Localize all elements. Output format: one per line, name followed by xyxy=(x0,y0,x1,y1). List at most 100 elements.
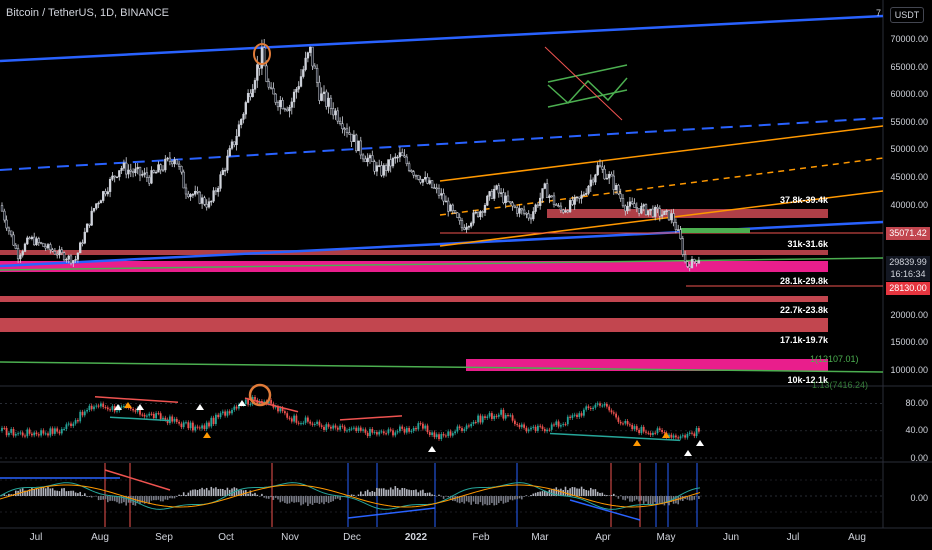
macd-histogram-bar xyxy=(431,494,433,496)
candle-body xyxy=(695,261,698,264)
candle-body xyxy=(564,210,567,213)
rsi-candle xyxy=(148,413,151,416)
candle-body xyxy=(3,210,6,221)
candle-body xyxy=(306,52,310,59)
rsi-candle xyxy=(606,403,608,407)
macd-histogram-bar xyxy=(67,491,70,496)
candle-body xyxy=(366,157,369,163)
rsi-candle xyxy=(649,433,652,435)
rsi-candle xyxy=(461,428,463,431)
candle-body xyxy=(332,108,335,116)
rsi-candle xyxy=(541,426,544,430)
macd-histogram-bar xyxy=(159,496,162,502)
macd-histogram-bar xyxy=(323,496,325,505)
macd-histogram-bar xyxy=(576,488,578,496)
candle-body xyxy=(269,86,273,89)
macd-histogram-bar xyxy=(385,489,387,496)
candle-body xyxy=(164,158,167,171)
candle-body xyxy=(44,246,47,249)
rsi-candle xyxy=(77,420,79,422)
candle-body xyxy=(237,124,241,137)
macd-histogram-bar xyxy=(645,496,647,502)
macd-histogram-bar xyxy=(97,496,100,501)
candle-body xyxy=(585,193,588,195)
currency-button[interactable]: USDT xyxy=(890,7,924,23)
rsi-candle xyxy=(79,411,82,422)
rsi-candle xyxy=(599,403,601,406)
rsi-candle xyxy=(1,427,3,431)
rsi-candle xyxy=(527,429,530,432)
macd-histogram-bar xyxy=(212,488,215,496)
rsi-candle xyxy=(594,404,597,408)
macd-histogram-bar xyxy=(311,496,314,505)
rsi-candle xyxy=(571,415,574,418)
candle-body xyxy=(649,208,652,211)
macd-histogram-bar xyxy=(320,496,323,503)
rsi-candle xyxy=(54,428,56,434)
candle-body xyxy=(168,157,172,162)
rsi-candle xyxy=(17,433,19,435)
rsi-candle xyxy=(247,399,249,405)
candle-body xyxy=(23,243,27,252)
candle-body xyxy=(603,168,606,180)
macd-histogram-bar xyxy=(291,496,293,502)
rsi-candle xyxy=(169,416,171,424)
candle-body xyxy=(486,195,489,206)
symbol-title[interactable]: Bitcoin / TetherUS, 1D, BINANCE xyxy=(6,7,169,19)
macd-histogram-bar xyxy=(537,492,539,496)
macd-histogram-bar xyxy=(500,496,502,501)
macd-histogram-bar xyxy=(187,492,190,496)
price-axis-label: 10000.00 xyxy=(890,365,928,375)
candle-body xyxy=(85,223,89,233)
candle-body xyxy=(440,193,443,196)
rsi-candle xyxy=(155,413,157,419)
candle-body xyxy=(111,175,114,180)
rsi-candle xyxy=(316,421,318,425)
rsi-signal-marker xyxy=(203,432,211,438)
macd-histogram-bar xyxy=(475,496,477,504)
rsi-candle xyxy=(343,426,346,431)
rsi-candle xyxy=(562,424,565,426)
time-axis-label: Dec xyxy=(343,532,361,543)
macd-histogram-bar xyxy=(378,488,380,496)
macd-histogram-bar xyxy=(100,496,102,500)
rsi-candle xyxy=(387,429,390,434)
candle-body xyxy=(456,212,459,218)
macd-histogram-bar xyxy=(360,491,362,496)
candle-body xyxy=(180,166,183,173)
candle-body xyxy=(95,203,98,209)
macd-histogram-bar xyxy=(504,496,507,503)
rsi-candle xyxy=(472,421,475,424)
rsi-candle xyxy=(686,433,689,438)
macd-histogram-bar xyxy=(389,487,392,496)
rsi-candle xyxy=(677,437,680,439)
rsi-candle xyxy=(548,429,551,431)
rsi-candle xyxy=(208,422,210,427)
candle-body xyxy=(46,244,50,249)
macd-histogram-bar xyxy=(176,496,178,497)
candle-body xyxy=(557,205,560,207)
rsi-candle xyxy=(111,406,114,410)
rsi-candle xyxy=(215,414,217,425)
rsi-candle xyxy=(63,428,65,430)
candle-body xyxy=(430,180,434,188)
candle-body xyxy=(120,168,123,171)
macd-histogram-bar xyxy=(265,496,268,499)
candle-body xyxy=(642,204,645,207)
rsi-candle xyxy=(615,413,617,418)
rsi-candle xyxy=(42,430,45,434)
candle-body xyxy=(626,206,629,212)
candle-body xyxy=(493,188,496,199)
macd-histogram-bar xyxy=(79,491,81,496)
macd-histogram-bar xyxy=(608,495,610,497)
macd-histogram-bar xyxy=(42,487,45,496)
chart-canvas[interactable] xyxy=(0,0,932,550)
macd-histogram-bar xyxy=(498,496,500,504)
price-axis-label: 50000.00 xyxy=(890,144,928,155)
macd-histogram-bar xyxy=(507,496,509,503)
candle-body xyxy=(60,249,63,253)
rsi-candle xyxy=(497,414,500,417)
rsi-candle xyxy=(405,427,408,433)
macd-histogram-bar xyxy=(357,494,360,496)
macd-histogram-bar xyxy=(205,487,208,496)
